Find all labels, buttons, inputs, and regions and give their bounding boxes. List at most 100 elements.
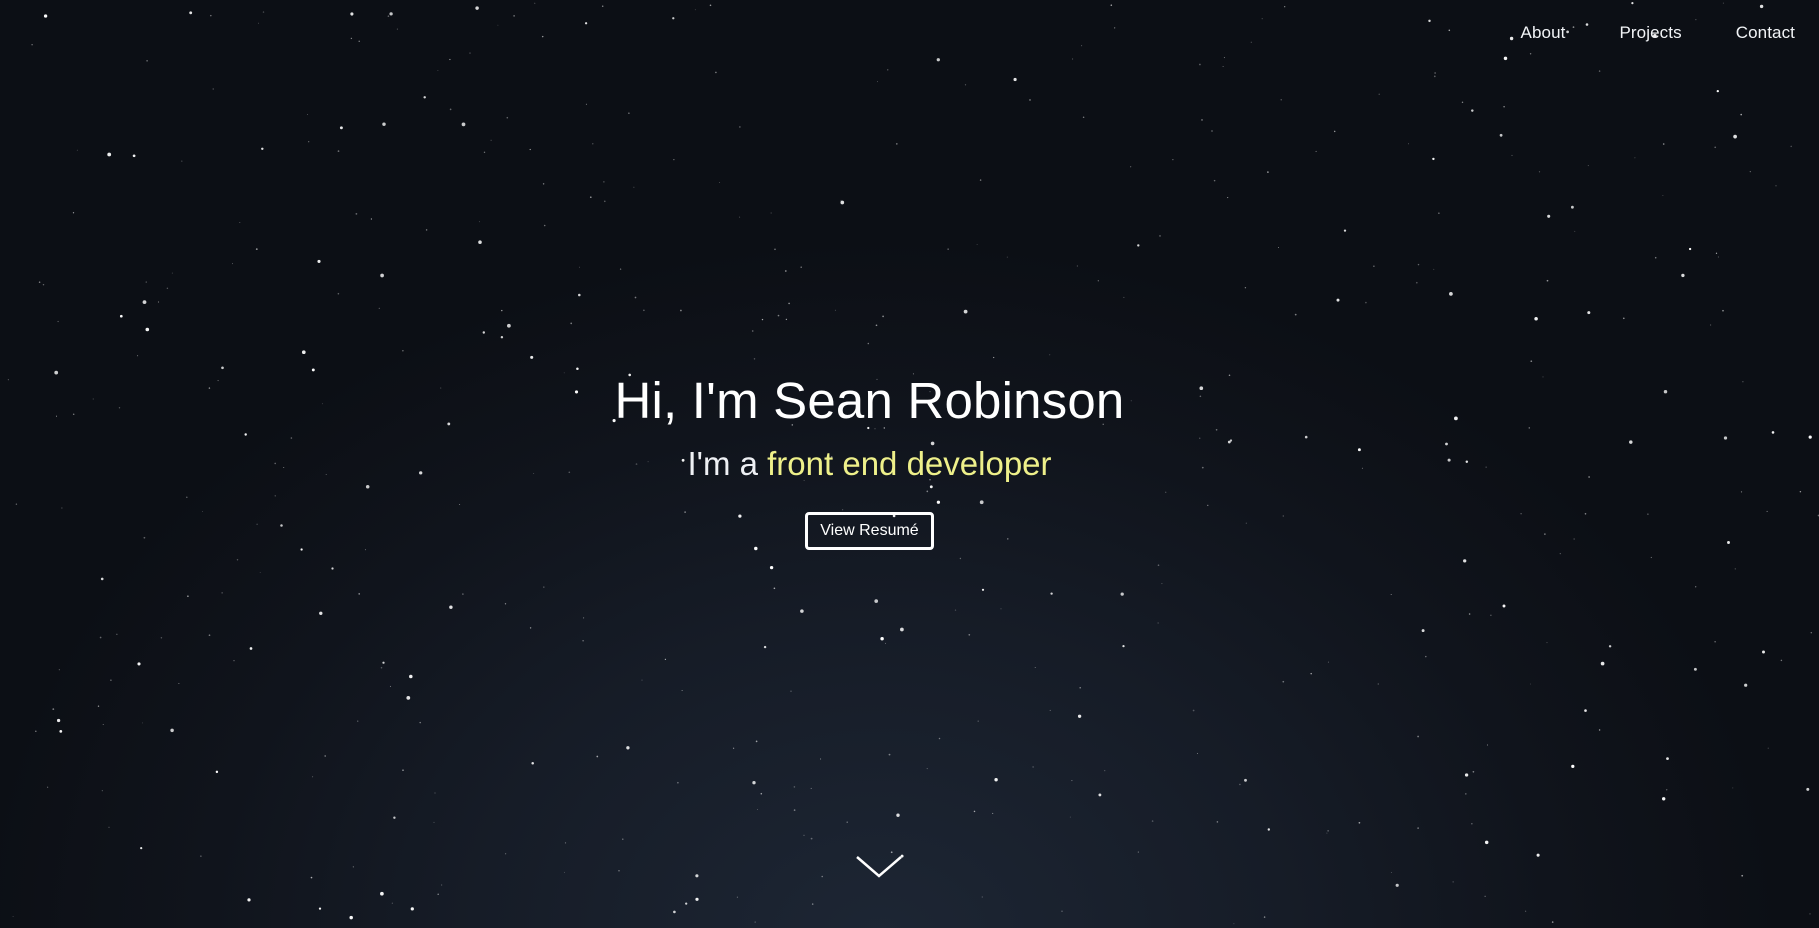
star bbox=[490, 139, 492, 141]
star bbox=[820, 758, 822, 760]
star bbox=[423, 96, 426, 99]
star bbox=[968, 633, 971, 636]
star bbox=[1662, 195, 1664, 196]
star bbox=[736, 896, 738, 898]
star bbox=[1662, 797, 1666, 801]
star bbox=[784, 270, 787, 272]
star bbox=[993, 356, 995, 359]
star bbox=[1806, 787, 1810, 791]
star bbox=[1172, 159, 1174, 161]
star bbox=[1546, 642, 1548, 644]
star bbox=[1499, 133, 1503, 137]
star bbox=[694, 9, 696, 11]
star bbox=[145, 327, 150, 332]
star bbox=[307, 114, 309, 116]
star bbox=[1151, 820, 1154, 822]
star bbox=[1157, 622, 1159, 624]
star bbox=[1137, 851, 1139, 853]
star bbox=[840, 200, 845, 205]
nav-link-contact[interactable]: Contact bbox=[1736, 23, 1795, 43]
star bbox=[1740, 491, 1743, 493]
star bbox=[585, 103, 587, 105]
star bbox=[589, 196, 592, 199]
star bbox=[461, 122, 466, 127]
star bbox=[434, 792, 436, 794]
star bbox=[592, 143, 594, 145]
star bbox=[739, 216, 741, 218]
star bbox=[100, 577, 104, 581]
star bbox=[1688, 247, 1692, 251]
top-nav: About Projects Contact bbox=[1521, 23, 1795, 43]
star bbox=[382, 122, 386, 126]
star bbox=[425, 229, 428, 231]
chevron-down-icon[interactable] bbox=[855, 854, 903, 880]
star bbox=[979, 179, 982, 181]
star bbox=[541, 35, 544, 38]
star bbox=[160, 637, 163, 639]
star bbox=[1767, 747, 1769, 749]
star bbox=[12, 916, 14, 918]
star bbox=[777, 314, 780, 317]
star bbox=[1071, 780, 1073, 782]
star bbox=[769, 565, 774, 570]
star bbox=[1239, 783, 1241, 786]
star bbox=[382, 661, 385, 664]
star bbox=[1762, 650, 1765, 654]
star bbox=[1471, 823, 1473, 825]
star bbox=[680, 309, 682, 312]
star bbox=[543, 586, 545, 588]
star bbox=[1227, 197, 1229, 199]
star bbox=[318, 907, 322, 910]
star bbox=[1192, 709, 1195, 712]
star bbox=[1600, 661, 1605, 666]
star bbox=[887, 69, 889, 71]
star bbox=[900, 627, 904, 632]
star bbox=[1438, 212, 1440, 214]
star bbox=[391, 902, 393, 904]
star bbox=[641, 679, 643, 681]
star bbox=[672, 17, 675, 20]
star bbox=[357, 720, 359, 722]
star bbox=[994, 778, 998, 782]
star bbox=[793, 786, 796, 788]
star bbox=[1327, 661, 1329, 663]
star bbox=[1244, 778, 1247, 782]
star bbox=[1417, 735, 1419, 738]
star bbox=[1536, 853, 1540, 857]
star bbox=[76, 149, 78, 151]
star bbox=[936, 58, 940, 62]
star bbox=[1261, 18, 1263, 20]
nav-link-projects[interactable]: Projects bbox=[1619, 23, 1681, 43]
star bbox=[811, 903, 814, 905]
star bbox=[1484, 840, 1489, 845]
star bbox=[1468, 613, 1471, 615]
star bbox=[1049, 709, 1051, 711]
star bbox=[603, 181, 605, 183]
star bbox=[1471, 109, 1474, 112]
view-resume-button[interactable]: View Resumé bbox=[805, 512, 934, 550]
star bbox=[1120, 592, 1124, 596]
star bbox=[1472, 770, 1475, 773]
star bbox=[1693, 667, 1697, 671]
star bbox=[1732, 787, 1734, 789]
nav-link-about[interactable]: About bbox=[1521, 23, 1566, 43]
star bbox=[157, 301, 160, 303]
star bbox=[846, 821, 848, 823]
star bbox=[1503, 106, 1505, 108]
star bbox=[506, 116, 509, 119]
star bbox=[1199, 63, 1201, 66]
star bbox=[542, 183, 545, 185]
star bbox=[875, 324, 878, 327]
star bbox=[308, 141, 310, 143]
star bbox=[1365, 301, 1367, 304]
star bbox=[137, 662, 141, 666]
star bbox=[52, 708, 55, 710]
star bbox=[800, 266, 802, 268]
hero-content: Hi, I'm Sean Robinson I'm a front end de… bbox=[0, 370, 1739, 550]
star bbox=[1717, 256, 1719, 258]
star bbox=[462, 593, 464, 595]
star bbox=[793, 809, 796, 811]
star bbox=[355, 213, 358, 215]
star bbox=[695, 874, 699, 878]
star bbox=[1744, 683, 1748, 687]
